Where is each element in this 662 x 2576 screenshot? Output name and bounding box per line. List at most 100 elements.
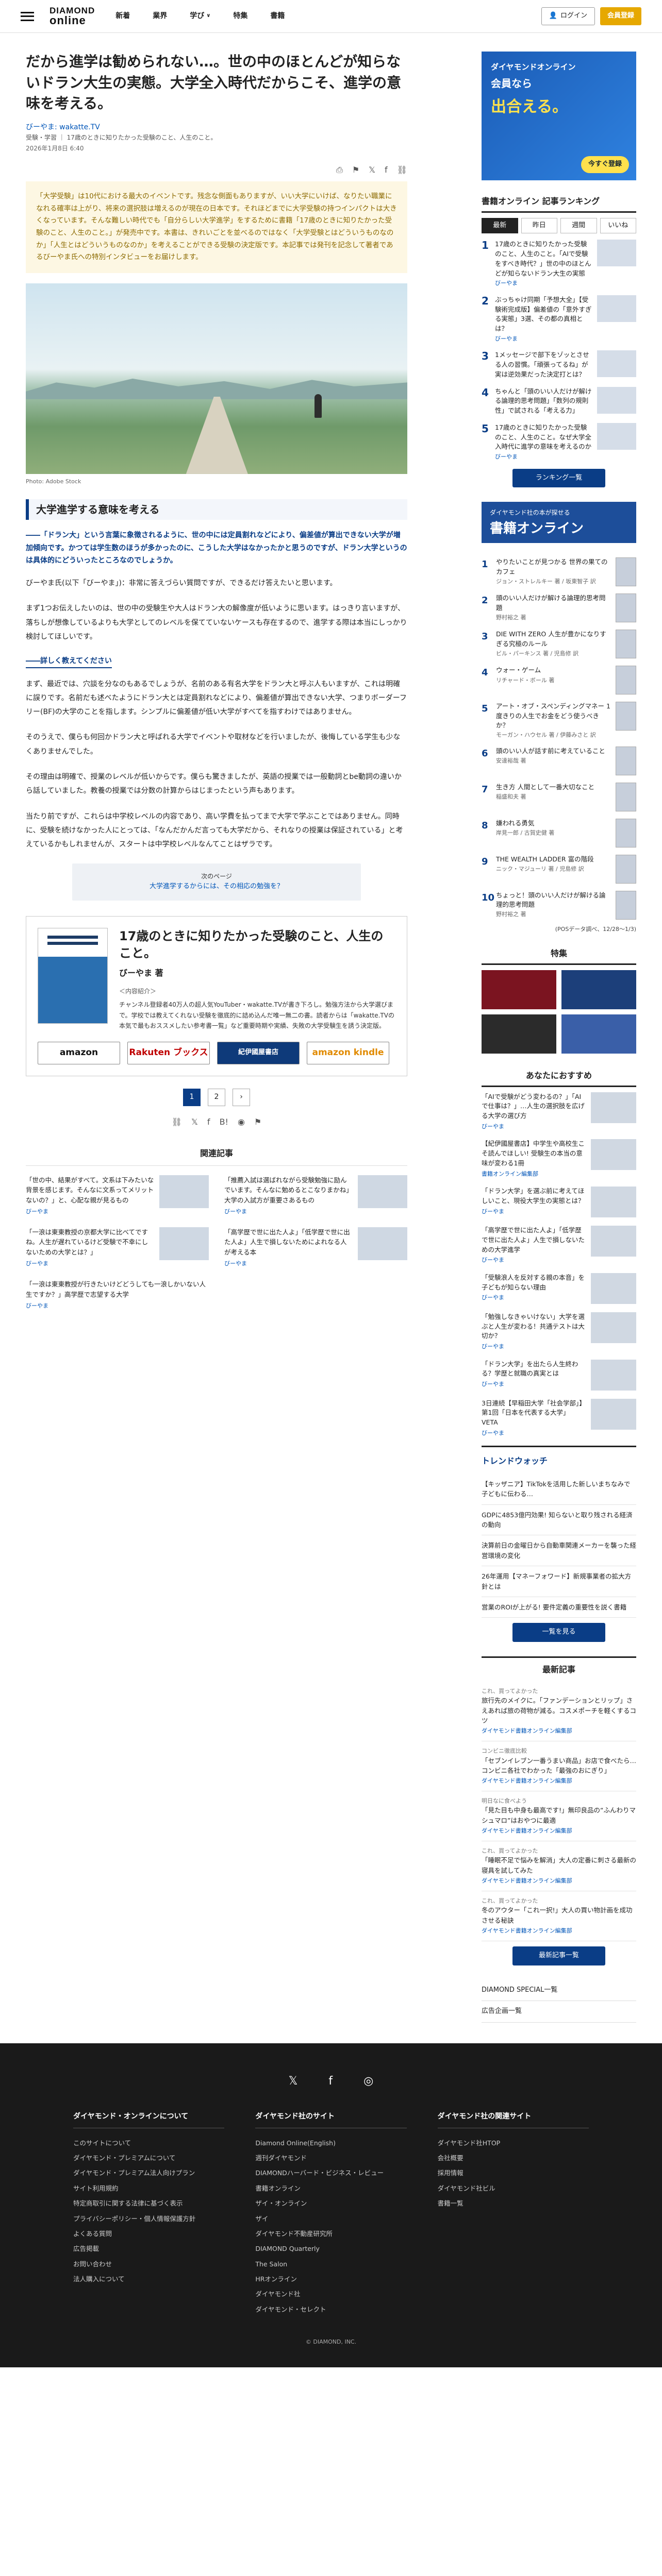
footer-link[interactable]: 書籍一覧 [438, 2196, 589, 2211]
x-icon[interactable]: 𝕏 [369, 163, 375, 177]
footer-link[interactable]: HRオンライン [255, 2272, 406, 2286]
recommend-item[interactable]: 「ドラン大学」を出たら人生終わる？学歴と就職の真実とは びーやま [482, 1359, 636, 1391]
trend-item[interactable]: 営業のROIが上がる! 要件定義の重要性を説く書籍 [482, 1597, 636, 1618]
kindle-button[interactable]: amazon kindle [307, 1041, 389, 1064]
breadcrumb[interactable]: 受験・学習 ｜ 17歳のときに知りたかった受験のこと、人生のこと。 [26, 133, 407, 143]
book-rank-item[interactable]: 4 ウォー・ゲーム リチャード・ボール 著 [482, 666, 636, 695]
related-item[interactable]: 「推薦入試は選ばれながら受験勉強に励んでいます。そんなに勉めるとこなりまかね」大… [224, 1175, 407, 1216]
ranking-item[interactable]: 4 ちゃんと「頭のいい人だけが解ける論理的思考問題」「数列の規則性」で試される「考… [482, 387, 636, 416]
footer-link[interactable]: ダイヤモンド社HTOP [438, 2136, 589, 2150]
next-page-link[interactable]: 次のページ 大学進学するからには、その相応の勉強を？ [72, 863, 361, 901]
ranking-item[interactable]: 3 1メッセージで部下をゾッとさせる人の習慣。「頑張ってるね」が実は逆効果だった決… [482, 350, 636, 379]
footer-link[interactable]: 広告掲載 [73, 2241, 224, 2256]
menu-icon[interactable] [21, 11, 34, 21]
book-rank-item[interactable]: 2 頭のいい人だけが解ける論理的思考問題 野村裕之 著 [482, 594, 636, 623]
nav-feature[interactable]: 特集 [233, 10, 247, 22]
recommend-item[interactable]: 「AIで受験がどう変わるの？」「AIで仕事は？」…人生の選択肢を広げる大学の選び… [482, 1092, 636, 1131]
page-2[interactable]: 2 [208, 1088, 225, 1106]
related-item[interactable]: 「世の中、結果がすべて。文系は下みたいな背景を感じます。そんなに文系ってメリット… [26, 1175, 209, 1216]
latest-item[interactable]: これ、買ってよかった 「睡眠不足で悩みを解消」大人の定番に刺さる最新の寝具を試して… [482, 1841, 636, 1891]
ranking-more-button[interactable]: ランキング一覧 [512, 468, 605, 488]
facebook-icon[interactable]: f [207, 1115, 210, 1129]
nav-industry[interactable]: 業界 [153, 10, 167, 22]
link-icon[interactable]: ⛓ [397, 163, 407, 177]
trend-item[interactable]: GDPに4853億円効果! 知らないと取り残される経済の動向 [482, 1505, 636, 1536]
book-rank-item[interactable]: 8 嫌われる勇気 岸見一郎 / 古賀史健 著 [482, 818, 636, 848]
recommend-item[interactable]: 「勉強しなきゃいけない」大学を選ぶと人生が変わる！共通テストは大切か？ びーやま [482, 1312, 636, 1351]
page-1[interactable]: 1 [183, 1088, 201, 1106]
tab-latest[interactable]: 最新 [482, 217, 518, 234]
feature-banner[interactable] [561, 970, 636, 1009]
footer-link[interactable]: Diamond Online(English) [255, 2136, 406, 2150]
book-rank-item[interactable]: 6 頭のいい人が話す前に考えていること 安達裕哉 著 [482, 746, 636, 775]
footer-link[interactable]: ダイヤモンド不動産研究所 [255, 2226, 406, 2241]
footer-link[interactable]: ザイ・オンライン [255, 2196, 406, 2211]
book-cover-image[interactable] [38, 927, 108, 1024]
footer-link[interactable]: ダイヤモンド・プレミアム法人向けプラン [73, 2165, 224, 2180]
nav-books[interactable]: 書籍 [270, 10, 285, 22]
x-icon[interactable]: 𝕏 [191, 1115, 198, 1129]
trend-item[interactable]: 決算前日の金曜日から自動車関連メーカーを襲った経営環境の変化 [482, 1535, 636, 1567]
related-item[interactable]: 「一浪は東東教授が行きたいけどどうしても一浪しかいない人生ですか？」高学歴で志望… [26, 1279, 209, 1310]
feature-banner[interactable] [482, 1014, 556, 1054]
footer-link[interactable]: 週刊ダイヤモンド [255, 2150, 406, 2165]
latest-item[interactable]: これ、買ってよかった 旅行先のメイクに。「ファンデーションとリップ」さえあれば旅の… [482, 1682, 636, 1741]
sidebar-ad-top[interactable]: ダイヤモンドオンライン 会員なら 出合える。 今すぐ登録 [482, 52, 636, 180]
book-rank-item[interactable]: 1 やりたいことが見つかる 世界の果てのカフェ ジョン・ストレルキー 著 / 坂東智… [482, 557, 636, 587]
footer-link[interactable]: 会社概要 [438, 2150, 589, 2165]
print-icon[interactable]: ⎙ [336, 163, 343, 177]
footer-link[interactable]: The Salon [255, 2257, 406, 2272]
recommend-item[interactable]: 「ドラン大学」を選ぶ前に考えてほしいこと、現役大学生の実態とは？ びーやま [482, 1187, 636, 1218]
latest-item[interactable]: 明日なに食べよう 「見た目も中身も最高です!」無印良品の“ふんわりマシュマロ”はお… [482, 1791, 636, 1841]
login-button[interactable]: 👤 ログイン [541, 7, 595, 25]
footer-link[interactable]: 採用情報 [438, 2165, 589, 2180]
books-online-banner[interactable]: ダイヤモンド社の本が探せる 書籍オンライン [482, 502, 636, 544]
related-item[interactable]: 「一浪は東東教授の京都大学に比べてですね。人生が遅れているけど受験で不幸にしない… [26, 1227, 209, 1268]
footer-link[interactable]: DIAMONDハーバード・ビジネス・レビュー [255, 2165, 406, 2180]
footer-link[interactable]: ダイヤモンド社ビル [438, 2181, 589, 2196]
footer-link[interactable]: ダイヤモンド・セレクト [255, 2302, 406, 2317]
nav-learn[interactable]: 学び ∨ [190, 10, 210, 22]
footer-link[interactable]: 特定商取引に関する法律に基づく表示 [73, 2196, 224, 2211]
tab-yesterday[interactable]: 昨日 [521, 217, 557, 234]
article-author[interactable]: びーやま: wakatte.TV [26, 123, 100, 131]
ranking-item[interactable]: 2 ぶっちゃけ同期「予想大全」【受験術完成版】偏差値の「意外すぎる実態」3選、その… [482, 295, 636, 344]
kinokuniya-button[interactable]: 紀伊國屋書店 [217, 1041, 300, 1064]
special-list-link[interactable]: DIAMOND SPECIAL一覧 [482, 1980, 636, 2002]
facebook-icon[interactable]: f [385, 163, 388, 177]
book-rank-item[interactable]: 3 DIE WITH ZERO 人生が豊かになりすぎる究極のルール ビル・パーキンス… [482, 630, 636, 659]
bookmark-icon[interactable]: ⚑ [254, 1115, 261, 1129]
facebook-icon[interactable]: f [328, 2072, 333, 2090]
site-logo[interactable]: DIAMOND online [49, 6, 95, 26]
latest-item[interactable]: これ、買ってよかった 冬のアウター「これ一択!」大人の買い物計画を成功させる秘訣ダ… [482, 1891, 636, 1941]
book-rank-item[interactable]: 9 THE WEALTH LADDER 富の階段 ニック・マジューリ 著 / 児島修… [482, 854, 636, 884]
line-icon[interactable]: ◉ [238, 1115, 245, 1129]
trend-more-button[interactable]: 一覧を見る [512, 1623, 605, 1642]
feature-banner[interactable] [482, 970, 556, 1009]
book-rank-item[interactable]: 10 ちょっと！頭のいい人だけが解ける論理的思考問題 野村裕之 著 [482, 890, 636, 920]
footer-link[interactable]: プライバシーポリシー・個人情報保護方針 [73, 2211, 224, 2226]
x-icon[interactable]: 𝕏 [289, 2072, 298, 2090]
feature-banner[interactable] [561, 1014, 636, 1054]
ranking-item[interactable]: 5 17歳のときに知りたかった受験のこと、人生のこと。なぜ大学全入時代に進学の意味… [482, 422, 636, 462]
footer-link[interactable]: DIAMOND Quarterly [255, 2241, 406, 2256]
footer-link[interactable]: ダイヤモンド・プレミアムについて [73, 2150, 224, 2165]
related-item[interactable]: 「高学歴で世に出た人よ」「低学歴で世に出た人よ」人生で損しないためによれなる人が… [224, 1227, 407, 1268]
tab-likes[interactable]: いいね [600, 217, 636, 234]
next-page-arrow[interactable]: › [233, 1088, 250, 1106]
footer-link[interactable]: 書籍オンライン [255, 2181, 406, 2196]
register-button[interactable]: 会員登録 [600, 7, 641, 25]
footer-link[interactable]: ダイヤモンド社 [255, 2286, 406, 2301]
bookmark-icon[interactable]: ⚑ [352, 163, 359, 177]
footer-link[interactable]: ザイ [255, 2211, 406, 2226]
book-rank-item[interactable]: 5 アート・オブ・スペンディングマネー 1度きりの人生でお金をどう使うべきか？ モー… [482, 702, 636, 739]
rss-icon[interactable]: ◎ [363, 2072, 373, 2090]
latest-more-button[interactable]: 最新記事一覧 [512, 1946, 605, 1965]
hatena-icon[interactable]: B! [220, 1115, 228, 1129]
footer-link[interactable]: お問い合わせ [73, 2257, 224, 2272]
trend-item[interactable]: 26年運用【マネーフォワード】新規事業者の拡大方針とは [482, 1566, 636, 1597]
latest-item[interactable]: コンビニ徹底比較 「セブンイレブン一番うまい商品」お店で食べたら…コンビニ各社でわ… [482, 1741, 636, 1791]
footer-link[interactable]: よくある質問 [73, 2226, 224, 2241]
book-rank-item[interactable]: 7 生き方 人間として一番大切なこと 稲盛和夫 著 [482, 782, 636, 811]
link-icon[interactable]: ⛓ [172, 1115, 182, 1129]
